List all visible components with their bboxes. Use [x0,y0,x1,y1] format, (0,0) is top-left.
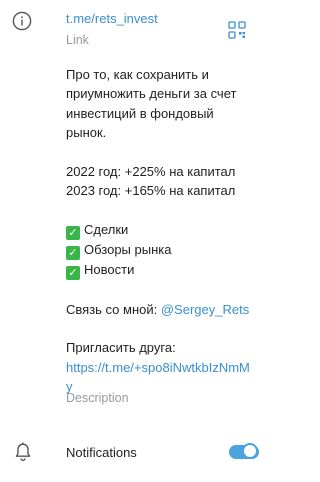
description-label: Description [66,391,129,405]
description-line: приумножить деньги за счет [66,86,237,102]
check-mark-icon: ✓ [66,246,80,261]
bell-icon [15,442,31,462]
checklist-item: ✓ Новости [66,260,262,281]
channel-description: Про то, как сохранить и приумножить день… [66,65,262,397]
channel-link[interactable]: t.me/rets_invest [66,11,158,26]
description-line: Про то, как сохранить и [66,67,209,82]
notifications-label: Notifications [66,445,137,460]
contact-handle-link[interactable]: @Sergey_Rets [161,302,249,317]
link-label: Link [66,33,89,47]
checklist-item: ✓ Обзоры рынка [66,240,262,261]
description-line: инвестиций в фондовый [66,105,214,121]
qr-code-icon[interactable] [228,21,246,39]
notifications-toggle[interactable] [229,443,259,459]
stat-line-2023: 2023 год: +165% на капитал [66,183,236,199]
check-mark-icon: ✓ [66,226,80,241]
description-line: рынок. [66,125,107,141]
toggle-knob [242,443,258,459]
channel-info-panel: t.me/rets_invest Link Про то, как сохран… [0,0,271,482]
checklist-item: ✓ Сделки [66,220,262,241]
contact-line: Связь со мной: @Sergey_Rets [66,301,250,317]
info-icon [12,11,32,31]
stat-line-2022: 2022 год: +225% на капитал [66,164,236,180]
check-mark-icon: ✓ [66,266,80,281]
invite-label: Пригласить друга: [66,340,176,356]
